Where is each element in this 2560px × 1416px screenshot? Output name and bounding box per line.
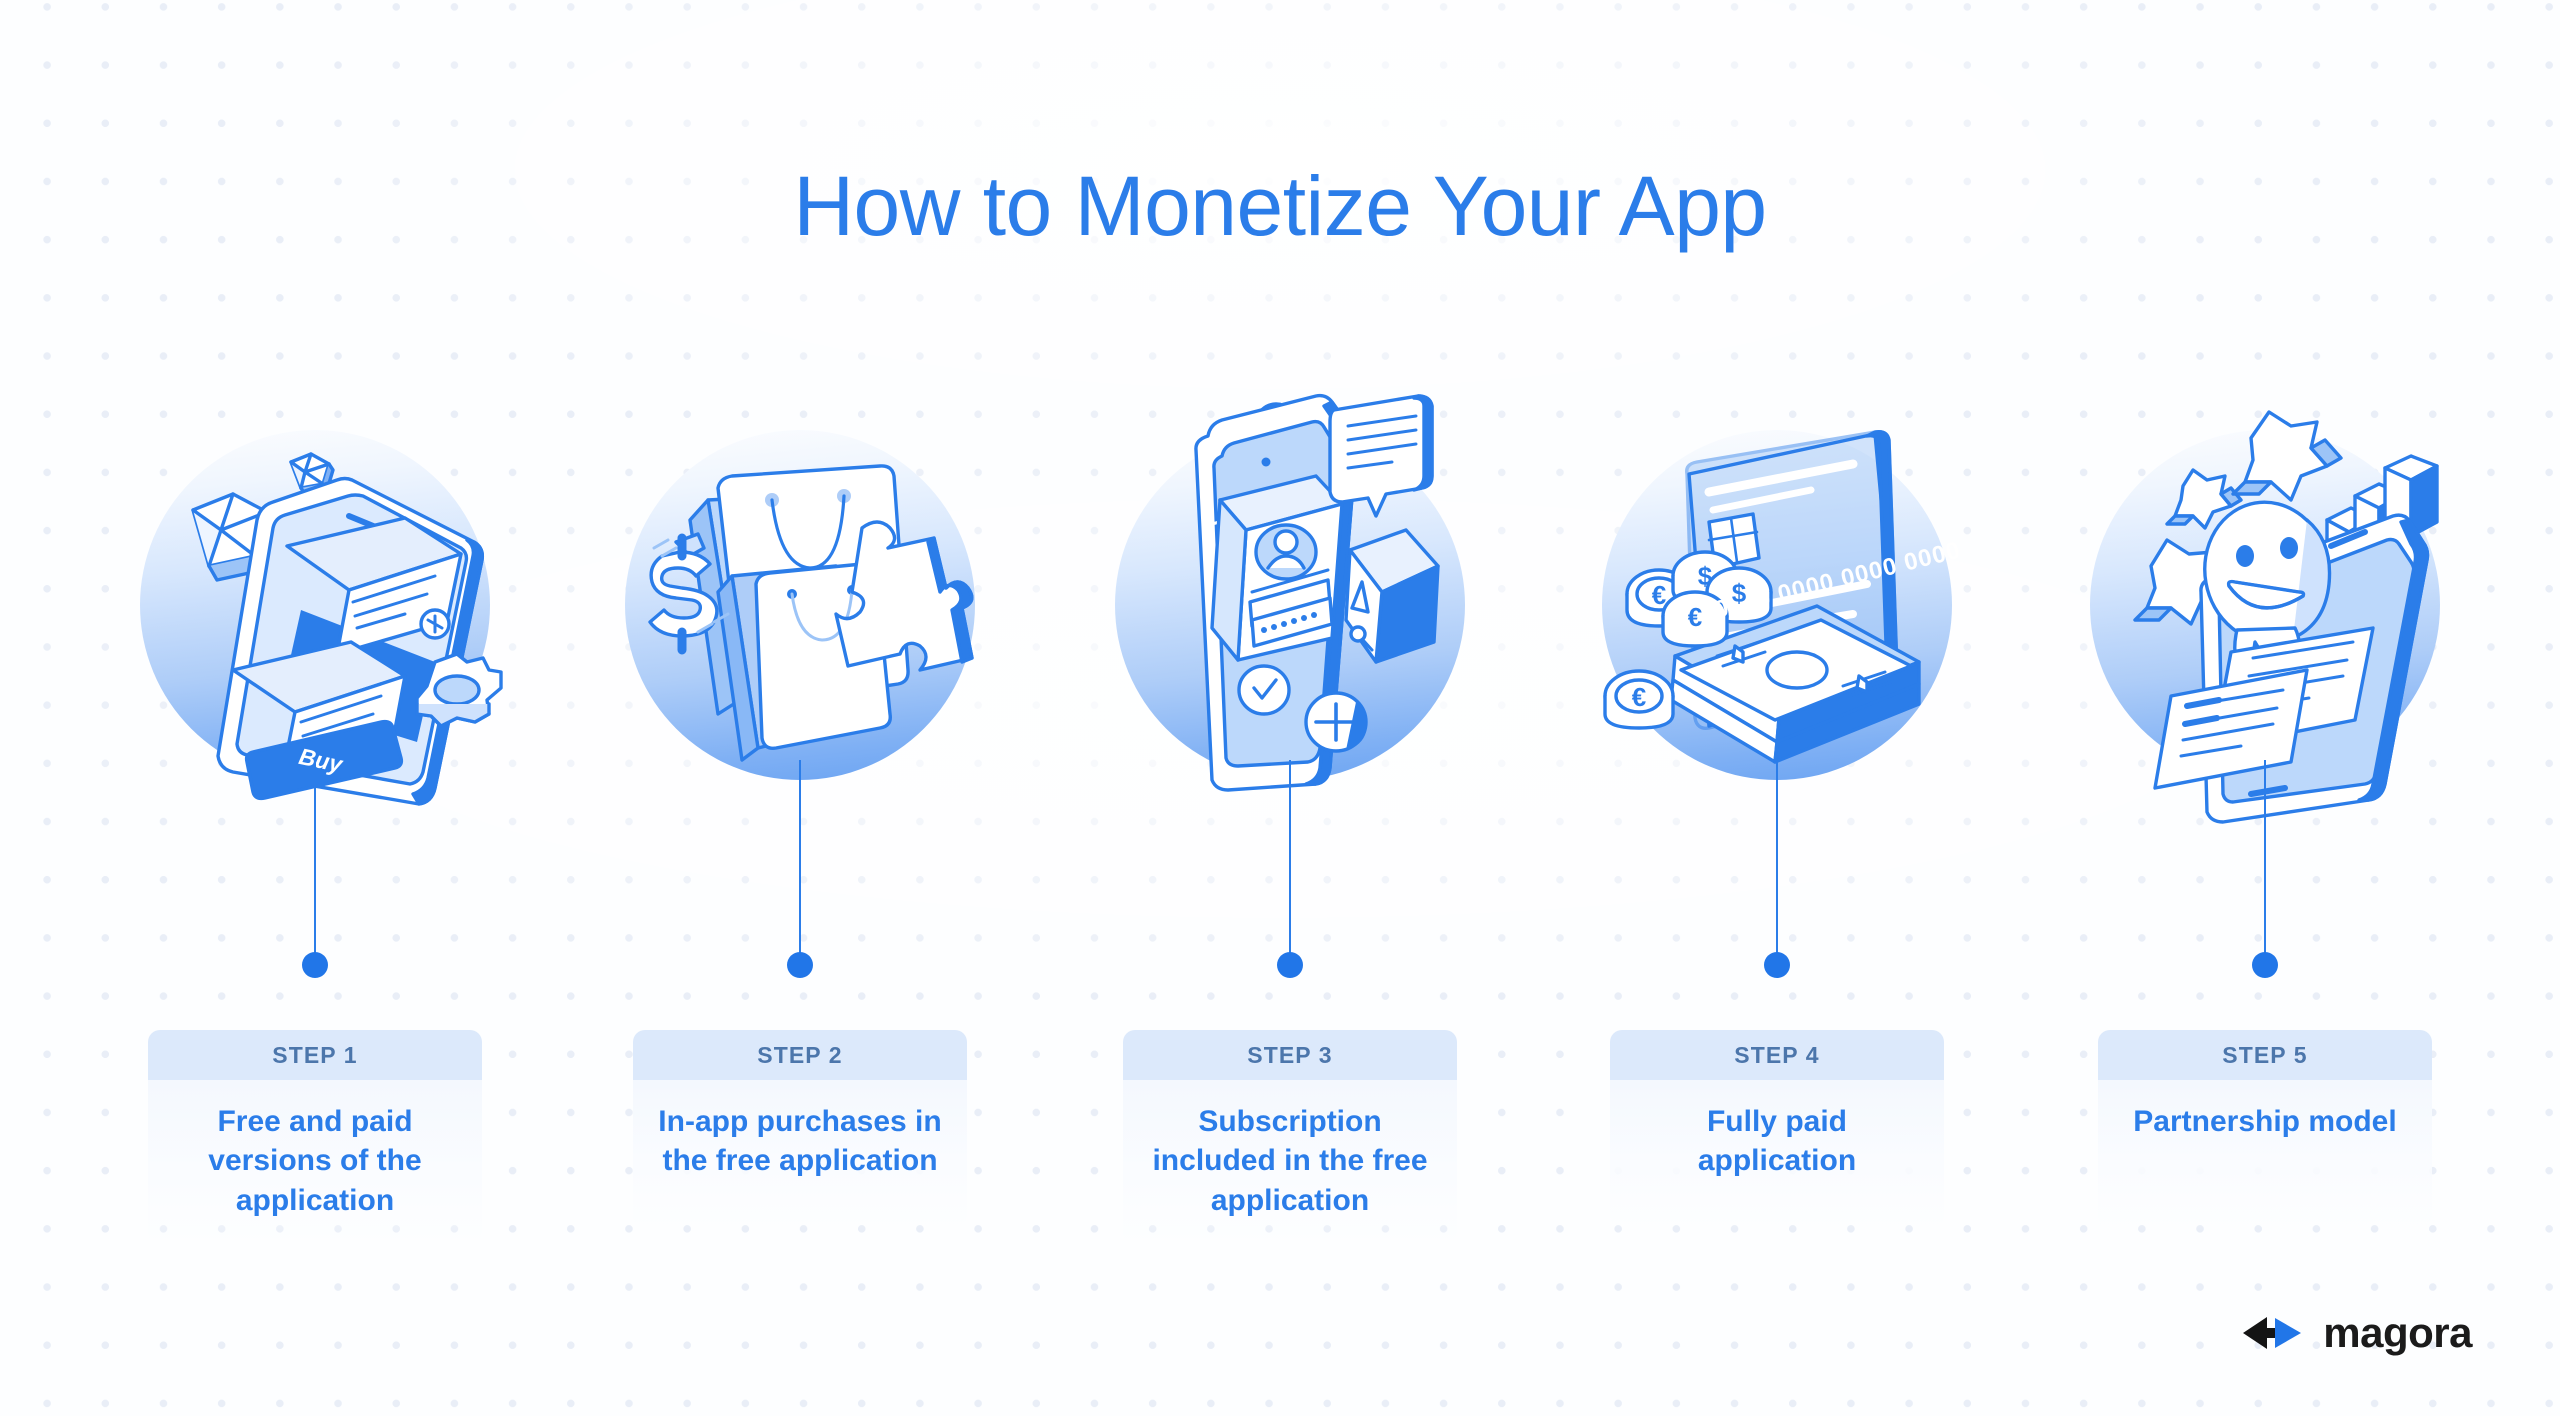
infographic-canvas: How to Monetize Your App Buy STEP 1 Free… (0, 0, 2560, 1416)
step-label-1: STEP 1 (148, 1030, 482, 1080)
check-badge-icon (1237, 664, 1291, 716)
plus-badge-icon (1304, 691, 1368, 753)
connector-dot-5 (2252, 952, 2278, 978)
svg-text:$: $ (1732, 578, 1747, 608)
connector-dot-2 (787, 952, 813, 978)
step-text-2: In-app purchases in the free application (633, 1080, 967, 1230)
illustration-circle-3 (1115, 393, 1465, 792)
step-text-4: Fully paid application (1610, 1080, 1944, 1230)
page-title: How to Monetize Your App (793, 159, 1767, 253)
svg-text:€: € (1632, 682, 1646, 712)
svg-text:$: $ (1698, 561, 1713, 591)
connector-dot-3 (1277, 952, 1303, 978)
chat-bubble-icon (1328, 394, 1434, 518)
step-label-2: STEP 2 (633, 1030, 967, 1080)
connector-line-5 (2264, 760, 2266, 960)
connector-line-4 (1776, 760, 1778, 960)
step-label-4: STEP 4 (1610, 1030, 1944, 1080)
connector-dot-1 (302, 952, 328, 978)
magora-logo-mark (2243, 1317, 2302, 1349)
svg-text:€: € (1688, 602, 1702, 632)
star-icon-large (2231, 410, 2343, 502)
step-text-3: Subscription included in the free applic… (1123, 1080, 1457, 1246)
connector-line-1 (314, 760, 316, 960)
step-card-3[interactable]: STEP 3 Subscription included in the free… (1123, 1030, 1457, 1246)
step-card-4[interactable]: STEP 4 Fully paid application (1610, 1030, 1944, 1230)
illustration-circle-1: Buy (140, 430, 503, 806)
svg-text:€: € (1652, 580, 1666, 610)
magora-logo[interactable]: magora (2241, 1312, 2472, 1354)
step-card-5[interactable]: STEP 5 Partnership model (2098, 1030, 2432, 1230)
step-text-5: Partnership model (2098, 1080, 2432, 1230)
step-text-1: Free and paid versions of the applicatio… (148, 1080, 482, 1246)
connector-line-2 (799, 760, 801, 960)
illustration-circle-5 (2090, 410, 2440, 824)
step-label-5: STEP 5 (2098, 1030, 2432, 1080)
connector-dot-4 (1764, 952, 1790, 978)
illustration-circle-4: 0000 0000 0000 0000 € $ $ € € (1602, 429, 1964, 780)
connector-line-3 (1289, 760, 1291, 960)
step-label-3: STEP 3 (1123, 1030, 1457, 1080)
illustration-circle-2 (625, 430, 975, 780)
step-card-2[interactable]: STEP 2 In-app purchases in the free appl… (633, 1030, 967, 1230)
step-card-1[interactable]: STEP 1 Free and paid versions of the app… (148, 1030, 482, 1246)
magora-logo-text: magora (2323, 1309, 2472, 1356)
warning-envelope-icon (1344, 528, 1440, 664)
login-card (1210, 474, 1344, 662)
